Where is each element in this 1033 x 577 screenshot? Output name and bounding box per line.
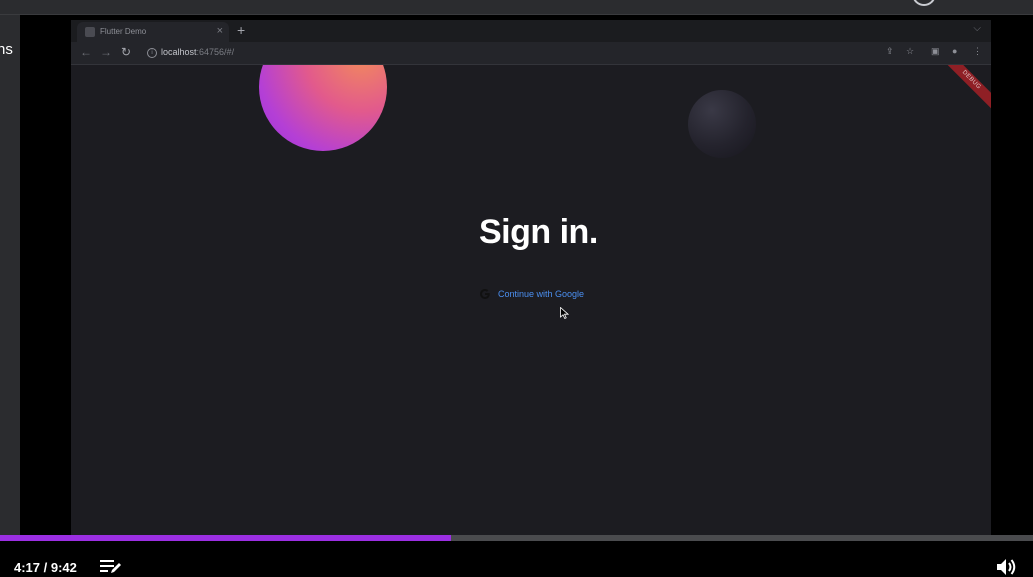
time-display: 4:17 / 9:42 [14, 560, 77, 575]
left-panel: ns [0, 15, 20, 535]
reload-icon[interactable]: ↻ [121, 45, 131, 59]
flutter-favicon-icon [85, 27, 95, 37]
browser-window: Flutter Demo × + ⌵ ← → ↻ i localhost:647… [71, 20, 991, 535]
avatar-icon[interactable] [912, 0, 936, 6]
tab-title: Flutter Demo [100, 27, 147, 36]
gradient-orb [259, 65, 387, 151]
tab-strip: Flutter Demo × + ⌵ [71, 20, 991, 42]
google-button-label: Continue with Google [498, 289, 585, 299]
top-bar [0, 0, 1033, 15]
playlist-edit-icon[interactable] [100, 559, 122, 575]
site-info-icon[interactable]: i [147, 48, 157, 58]
page-title: Sign in. [479, 213, 598, 251]
tab-search-icon[interactable]: ⌵ [973, 23, 981, 34]
side-panel-icon[interactable]: ▣ [931, 46, 940, 57]
url-text: localhost:64756/#/ [161, 47, 234, 57]
bookmark-star-icon[interactable]: ☆ [906, 46, 914, 57]
dark-orb [688, 90, 756, 158]
url-path: :64756/#/ [196, 47, 235, 57]
address-bar[interactable]: i localhost:64756/#/ [143, 45, 863, 61]
share-icon[interactable]: ⇪ [886, 46, 894, 57]
google-logo-icon [480, 289, 490, 299]
url-host: localhost [161, 47, 197, 57]
tab-close-icon[interactable]: × [217, 25, 223, 37]
mouse-cursor-icon [560, 307, 569, 319]
browser-tab[interactable]: Flutter Demo × [77, 22, 229, 42]
volume-icon[interactable] [996, 557, 1018, 577]
browser-toolbar: ← → ↻ i localhost:64756/#/ ⇪ ☆ ▣ ● ⋮ [71, 42, 991, 65]
back-icon[interactable]: ← [80, 45, 92, 59]
debug-banner: DEBUG [931, 65, 991, 120]
menu-dots-icon[interactable]: ⋮ [973, 46, 982, 57]
app-viewport: DEBUG Sign in. Continue with Google [71, 65, 991, 535]
left-panel-text: ns [0, 41, 13, 58]
new-tab-button[interactable]: + [237, 22, 245, 38]
continue-with-google-button[interactable]: Continue with Google [479, 287, 584, 301]
forward-icon[interactable]: → [100, 45, 112, 59]
profile-icon[interactable]: ● [952, 46, 957, 56]
player-controls: 4:17 / 9:42 [0, 541, 1033, 577]
